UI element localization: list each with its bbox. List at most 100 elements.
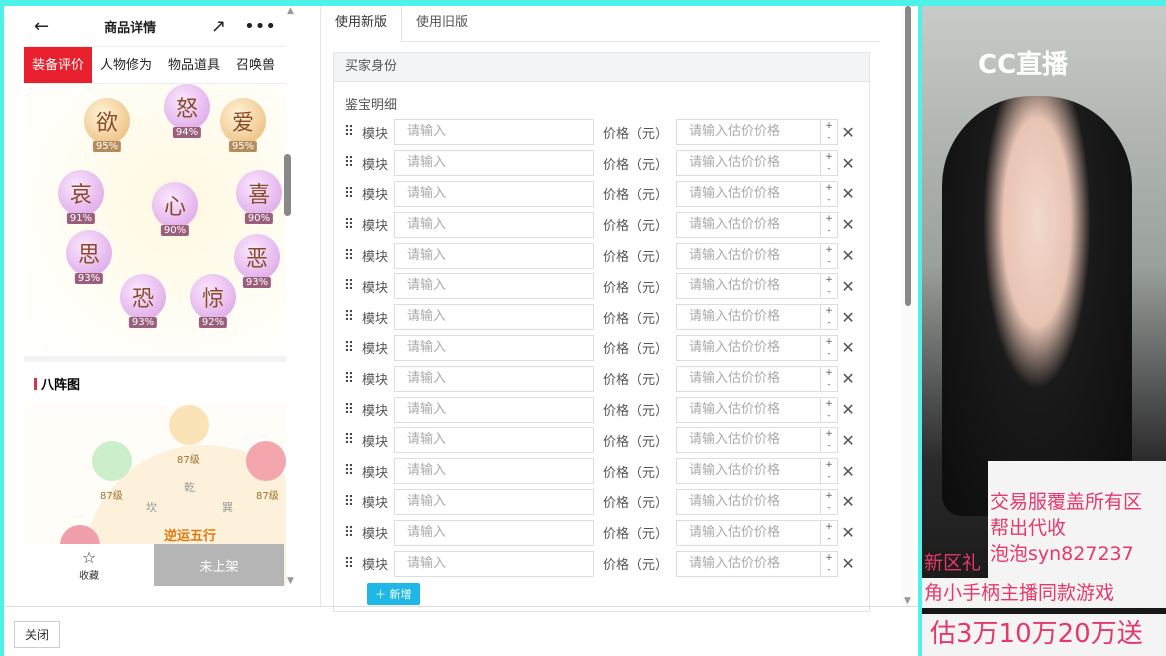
drag-handle-icon[interactable]: ⠿: [334, 155, 362, 171]
price-stepper[interactable]: + -: [821, 519, 839, 546]
price-stepper[interactable]: + -: [821, 304, 839, 331]
drag-handle-icon[interactable]: ⠿: [334, 248, 362, 264]
module-input[interactable]: 请输入: [394, 550, 595, 577]
minus-icon[interactable]: -: [821, 256, 837, 268]
price-input[interactable]: 请输入估价价格: [676, 273, 822, 300]
tab-pets[interactable]: 召唤兽: [228, 47, 283, 83]
price-input[interactable]: 请输入估价价格: [676, 519, 822, 546]
plus-icon[interactable]: +: [821, 552, 837, 564]
price-input[interactable]: 请输入估价价格: [676, 396, 822, 423]
drag-handle-icon[interactable]: ⠿: [334, 525, 362, 541]
price-input[interactable]: 请输入估价价格: [676, 304, 822, 331]
minus-icon[interactable]: -: [821, 348, 837, 360]
module-input[interactable]: 请输入: [394, 334, 595, 361]
minus-icon[interactable]: -: [821, 132, 837, 144]
price-input[interactable]: 请输入估价价格: [676, 365, 822, 392]
remove-row-icon[interactable]: ✕: [838, 308, 858, 327]
drag-handle-icon[interactable]: ⠿: [334, 340, 362, 356]
plus-icon[interactable]: +: [821, 398, 837, 410]
remove-row-icon[interactable]: ✕: [838, 154, 858, 173]
module-input[interactable]: 请输入: [394, 488, 595, 515]
more-icon[interactable]: •••: [244, 16, 276, 37]
minus-icon[interactable]: -: [821, 533, 837, 545]
remove-row-icon[interactable]: ✕: [838, 277, 858, 296]
remove-row-icon[interactable]: ✕: [838, 246, 858, 265]
minus-icon[interactable]: -: [821, 564, 837, 576]
module-input[interactable]: 请输入: [394, 273, 595, 300]
drag-handle-icon[interactable]: ⠿: [334, 432, 362, 448]
price-input[interactable]: 请输入估价价格: [676, 334, 822, 361]
price-stepper[interactable]: + -: [821, 180, 839, 207]
price-input[interactable]: 请输入估价价格: [676, 211, 822, 238]
minus-icon[interactable]: -: [821, 410, 837, 422]
plus-icon[interactable]: +: [821, 521, 837, 533]
module-input[interactable]: 请输入: [394, 427, 595, 454]
price-input[interactable]: 请输入估价价格: [676, 242, 822, 269]
module-input[interactable]: 请输入: [394, 304, 595, 331]
drag-handle-icon[interactable]: ⠿: [334, 124, 362, 140]
plus-icon[interactable]: +: [821, 490, 837, 502]
price-stepper[interactable]: + -: [821, 211, 839, 238]
plus-icon[interactable]: +: [821, 336, 837, 348]
price-stepper[interactable]: + -: [821, 273, 839, 300]
module-input[interactable]: 请输入: [394, 119, 595, 146]
remove-row-icon[interactable]: ✕: [838, 338, 858, 357]
drag-handle-icon[interactable]: ⠿: [334, 556, 362, 572]
share-icon[interactable]: ↗: [211, 16, 226, 37]
module-input[interactable]: 请输入: [394, 396, 595, 423]
drag-handle-icon[interactable]: ⠿: [334, 494, 362, 510]
module-input[interactable]: 请输入: [394, 519, 595, 546]
minus-icon[interactable]: -: [821, 317, 837, 329]
remove-row-icon[interactable]: ✕: [838, 492, 858, 511]
tab-new-version[interactable]: 使用新版: [321, 6, 403, 42]
plus-icon[interactable]: +: [821, 428, 837, 440]
phone-scrollbar[interactable]: ▲ ▼: [287, 6, 299, 586]
back-arrow-icon[interactable]: ←: [34, 16, 49, 37]
plus-icon[interactable]: +: [821, 120, 837, 132]
form-scrollbar[interactable]: ▼: [902, 6, 914, 606]
not-listed-button[interactable]: 未上架: [154, 544, 284, 586]
remove-row-icon[interactable]: ✕: [838, 400, 858, 419]
price-input[interactable]: 请输入估价价格: [676, 488, 822, 515]
price-input[interactable]: 请输入估价价格: [676, 458, 822, 485]
remove-row-icon[interactable]: ✕: [838, 431, 858, 450]
price-input[interactable]: 请输入估价价格: [676, 119, 822, 146]
price-stepper[interactable]: + -: [821, 365, 839, 392]
price-stepper[interactable]: + -: [821, 150, 839, 177]
price-input[interactable]: 请输入估价价格: [676, 550, 822, 577]
plus-icon[interactable]: +: [821, 182, 837, 194]
tab-old-version[interactable]: 使用旧版: [402, 6, 482, 41]
drag-handle-icon[interactable]: ⠿: [334, 463, 362, 479]
price-stepper[interactable]: + -: [821, 119, 839, 146]
drag-handle-icon[interactable]: ⠿: [334, 402, 362, 418]
drag-handle-icon[interactable]: ⠿: [334, 217, 362, 233]
price-stepper[interactable]: + -: [821, 488, 839, 515]
close-button[interactable]: 关闭: [14, 621, 61, 648]
remove-row-icon[interactable]: ✕: [838, 215, 858, 234]
minus-icon[interactable]: -: [821, 440, 837, 452]
module-input[interactable]: 请输入: [394, 180, 595, 207]
price-input[interactable]: 请输入估价价格: [676, 180, 822, 207]
remove-row-icon[interactable]: ✕: [838, 554, 858, 573]
form-scroll-thumb[interactable]: [905, 6, 911, 306]
module-input[interactable]: 请输入: [394, 242, 595, 269]
price-stepper[interactable]: + -: [821, 334, 839, 361]
module-input[interactable]: 请输入: [394, 211, 595, 238]
plus-icon[interactable]: +: [821, 367, 837, 379]
tab-equip-review[interactable]: 装备评价: [24, 47, 93, 83]
price-stepper[interactable]: + -: [821, 242, 839, 269]
minus-icon[interactable]: -: [821, 379, 837, 391]
tab-items[interactable]: 物品道具: [160, 47, 228, 83]
minus-icon[interactable]: -: [821, 163, 837, 175]
add-button[interactable]: ＋ 新增: [367, 583, 420, 605]
remove-row-icon[interactable]: ✕: [838, 123, 858, 142]
module-input[interactable]: 请输入: [394, 150, 595, 177]
price-stepper[interactable]: + -: [821, 550, 839, 577]
plus-icon[interactable]: +: [821, 244, 837, 256]
minus-icon[interactable]: -: [821, 225, 837, 237]
drag-handle-icon[interactable]: ⠿: [334, 371, 362, 387]
plus-icon[interactable]: +: [821, 151, 837, 163]
minus-icon[interactable]: -: [821, 286, 837, 298]
plus-icon[interactable]: +: [821, 274, 837, 286]
plus-icon[interactable]: +: [821, 305, 837, 317]
